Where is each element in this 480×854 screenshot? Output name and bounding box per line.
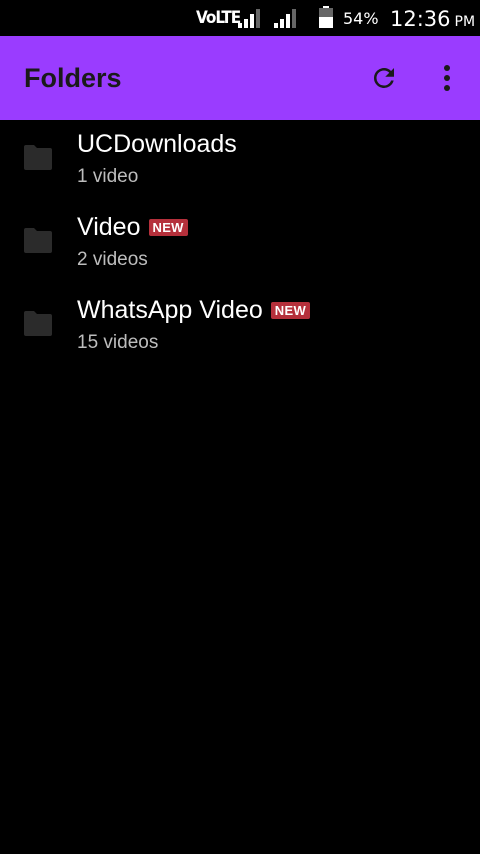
- folder-name: UCDownloads: [77, 130, 237, 158]
- battery-icon: [319, 6, 333, 28]
- volte-indicator: VoLTE: [196, 8, 241, 28]
- folder-list: UCDownloads 1 video Video NEW 2 videos W…: [0, 120, 480, 369]
- folder-item-video[interactable]: Video NEW 2 videos: [0, 203, 480, 286]
- clock: 12:36 PM: [390, 6, 475, 35]
- folder-video-count: 2 videos: [77, 249, 148, 270]
- more-vert-icon: [444, 65, 450, 91]
- folder-name-row: UCDownloads: [77, 128, 237, 160]
- folder-icon: [24, 228, 52, 253]
- screen: VoLTE 54% 12:36 PM Folders UCDownloads 1…: [0, 0, 480, 854]
- app-bar: Folders: [0, 36, 480, 120]
- folder-name-row: Video NEW: [77, 211, 188, 243]
- status-bar: VoLTE 54% 12:36 PM: [0, 0, 480, 36]
- folder-video-count: 15 videos: [77, 332, 159, 353]
- refresh-button[interactable]: [364, 58, 404, 98]
- new-badge: NEW: [270, 301, 311, 319]
- signal-strength-icon: [238, 9, 260, 28]
- clock-ampm: PM: [454, 14, 476, 30]
- new-badge: NEW: [148, 218, 188, 236]
- clock-time: 12:36: [390, 7, 451, 31]
- folder-video-count: 1 video: [77, 166, 139, 187]
- folder-icon: [24, 145, 52, 170]
- signal-strength-icon-sim2: [274, 9, 296, 28]
- refresh-icon: [374, 68, 394, 88]
- folder-icon: [24, 311, 52, 336]
- page-title: Folders: [24, 63, 122, 93]
- battery-percent: 54%: [343, 9, 379, 28]
- folder-name-row: WhatsApp Video NEW: [77, 294, 311, 326]
- folder-item-whatsapp-video[interactable]: WhatsApp Video NEW 15 videos: [0, 286, 480, 369]
- folder-name: WhatsApp Video: [77, 296, 263, 324]
- folder-name: Video: [77, 213, 141, 241]
- more-options-button[interactable]: [430, 58, 464, 98]
- folder-item-ucdownloads[interactable]: UCDownloads 1 video: [0, 120, 480, 203]
